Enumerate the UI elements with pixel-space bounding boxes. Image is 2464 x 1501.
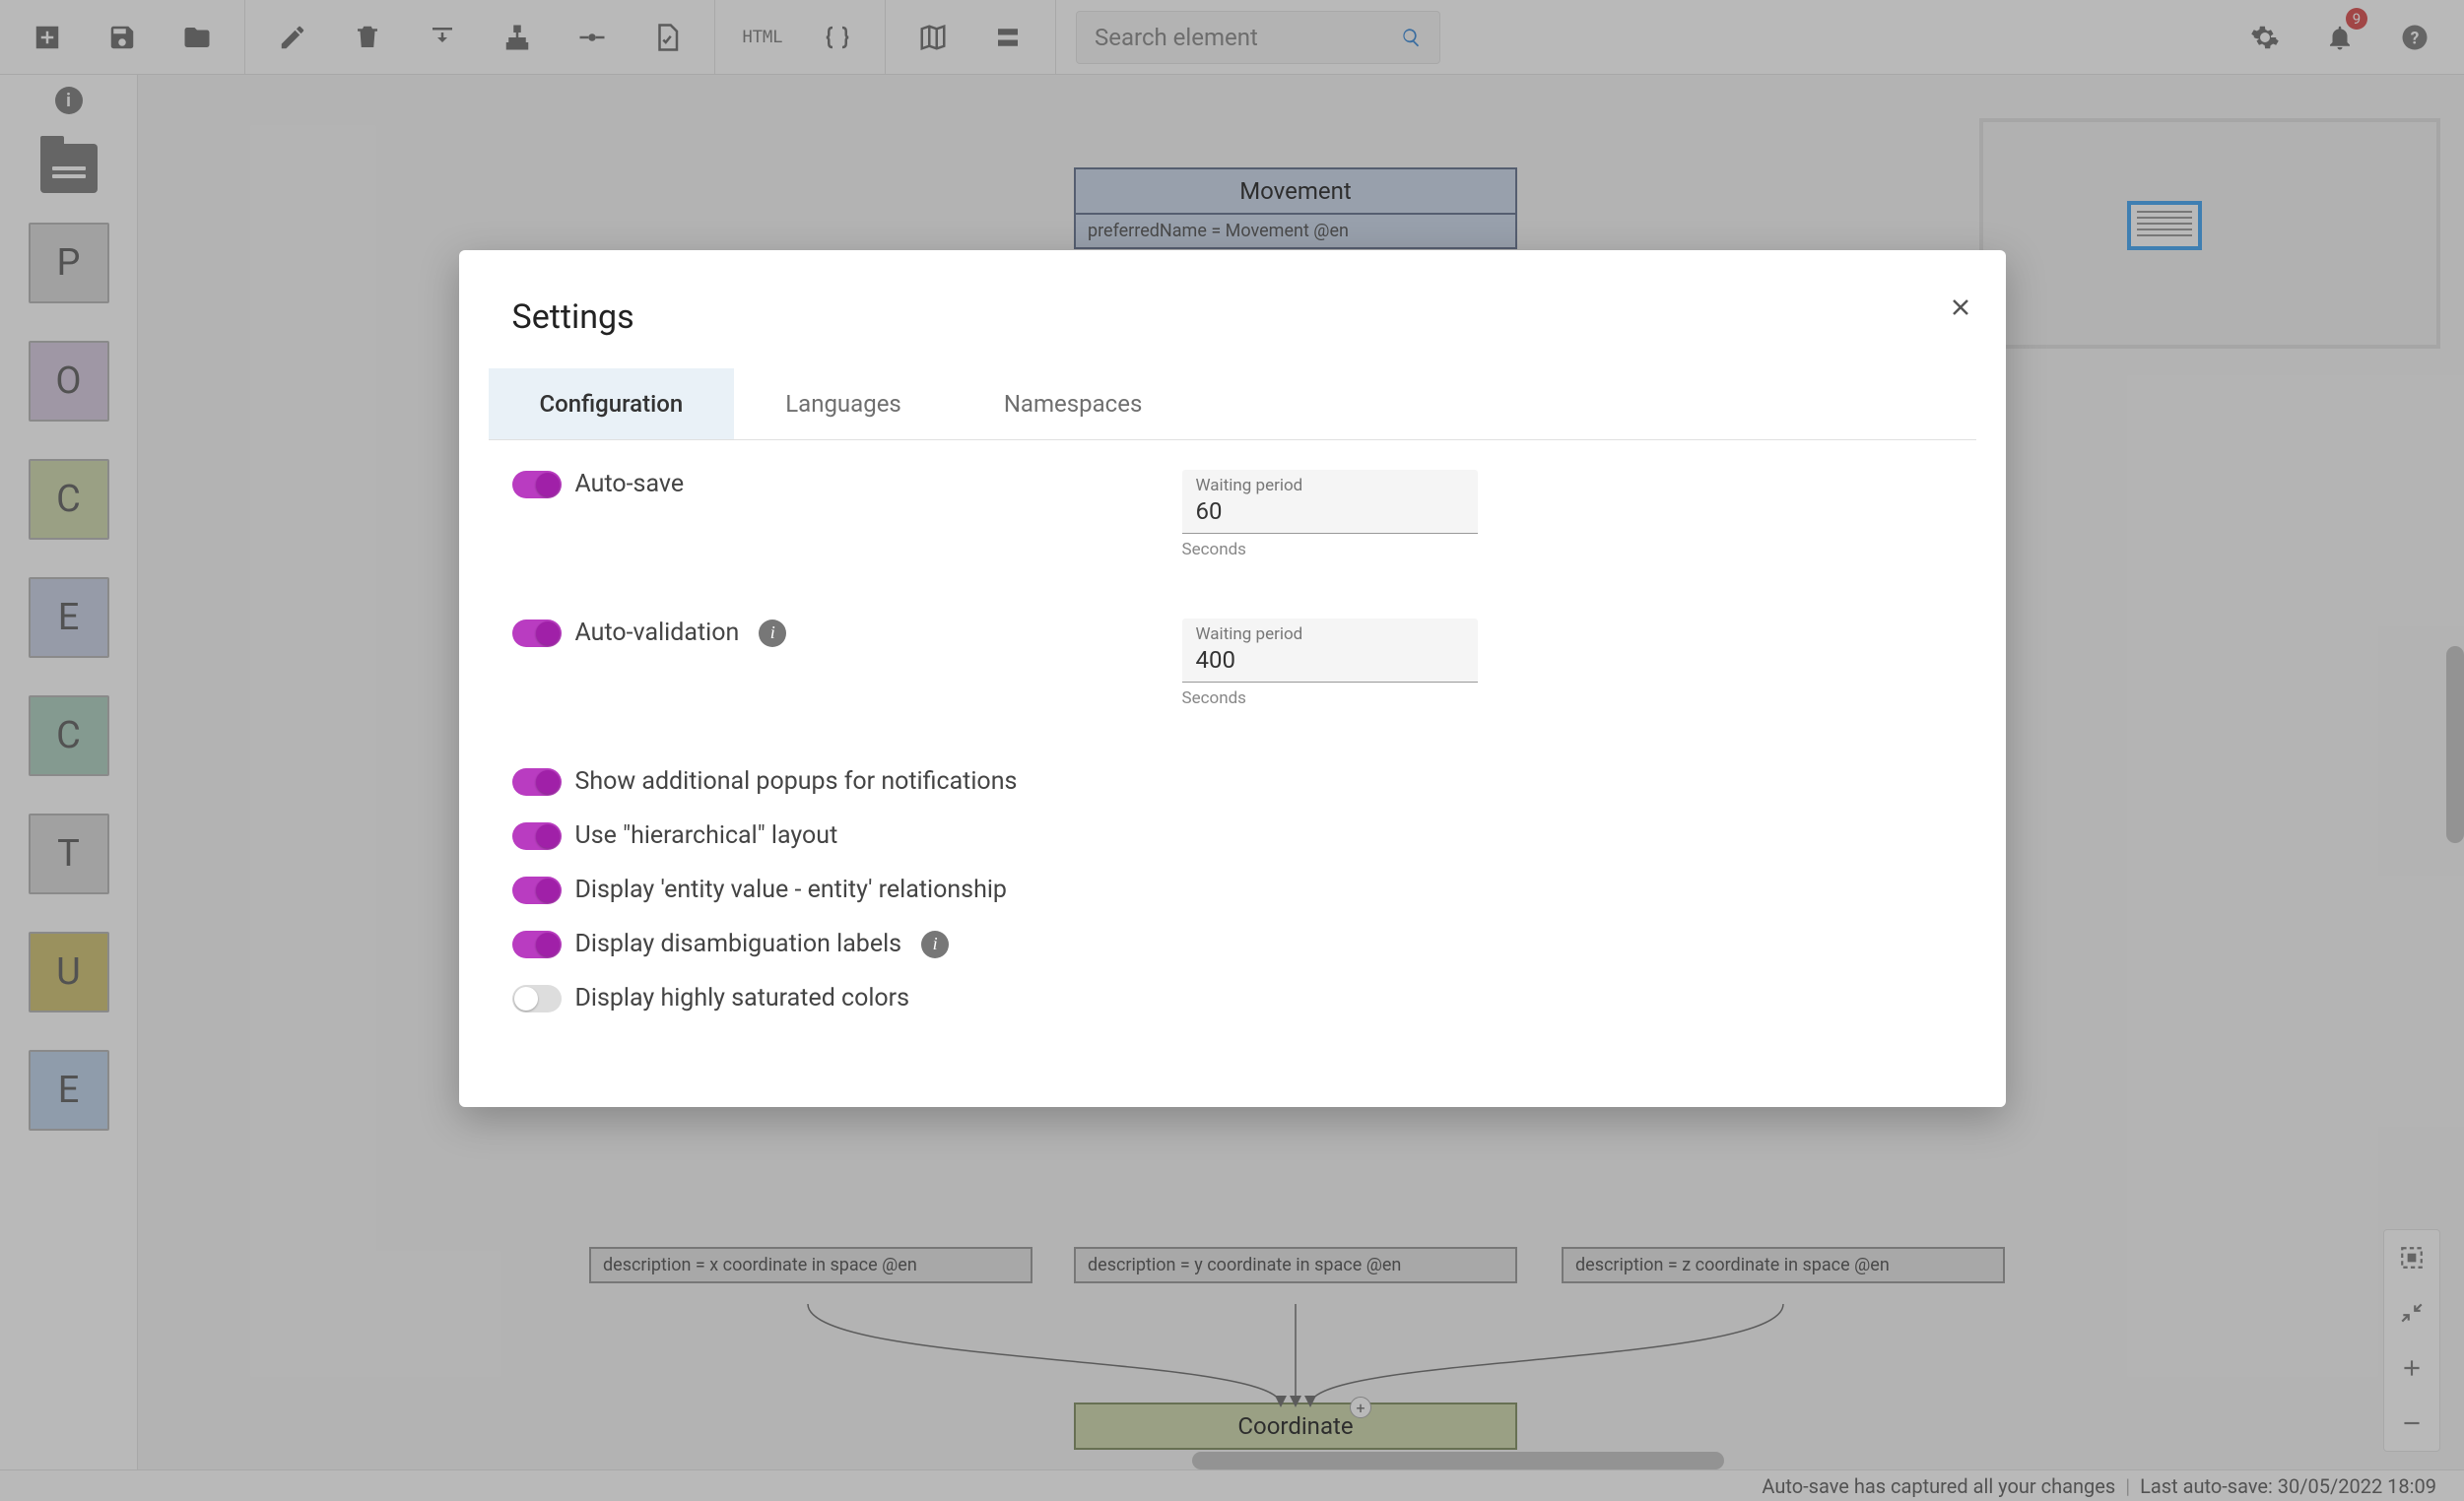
close-button[interactable] — [1949, 290, 1972, 327]
label-entity-relationship: Display 'entity value - entity' relation… — [575, 876, 1007, 904]
settings-modal: Settings Configuration Languages Namespa… — [459, 250, 2006, 1107]
toggle-entity-relationship[interactable] — [512, 877, 562, 904]
modal-tabs: Configuration Languages Namespaces — [489, 368, 1976, 440]
info-icon[interactable]: i — [921, 931, 949, 958]
toggle-popups[interactable] — [512, 768, 562, 796]
label-saturated-colors: Display highly saturated colors — [575, 984, 910, 1012]
toggle-autosave[interactable] — [512, 471, 562, 498]
close-icon — [1949, 295, 1972, 319]
toggle-autovalidation[interactable] — [512, 620, 562, 647]
field-value: 400 — [1196, 646, 1464, 674]
label-layout: Use "hierarchical" layout — [575, 821, 838, 850]
tab-namespaces[interactable]: Namespaces — [953, 368, 1194, 439]
field-hint: Seconds — [1182, 688, 1478, 708]
info-icon[interactable]: i — [759, 620, 786, 647]
modal-overlay[interactable]: Settings Configuration Languages Namespa… — [0, 0, 2464, 1501]
field-value: 60 — [1196, 497, 1464, 525]
toggle-saturated-colors[interactable] — [512, 985, 562, 1012]
label-autosave: Auto-save — [575, 470, 685, 498]
label-disambiguation: Display disambiguation labels — [575, 930, 902, 958]
tab-configuration[interactable]: Configuration — [489, 368, 735, 439]
modal-body: Auto-save Waiting period 60 Seconds Auto… — [459, 440, 2006, 1048]
field-autovalidation-wait[interactable]: Waiting period 400 — [1182, 619, 1478, 683]
field-hint: Seconds — [1182, 540, 1478, 559]
field-label: Waiting period — [1196, 624, 1464, 644]
toggle-layout[interactable] — [512, 822, 562, 850]
label-autovalidation: Auto-validation — [575, 619, 740, 647]
tab-languages[interactable]: Languages — [734, 368, 953, 439]
label-popups: Show additional popups for notifications — [575, 767, 1018, 796]
field-label: Waiting period — [1196, 476, 1464, 495]
modal-title: Settings — [459, 250, 2006, 337]
field-autosave-wait[interactable]: Waiting period 60 — [1182, 470, 1478, 534]
toggle-disambiguation[interactable] — [512, 931, 562, 958]
